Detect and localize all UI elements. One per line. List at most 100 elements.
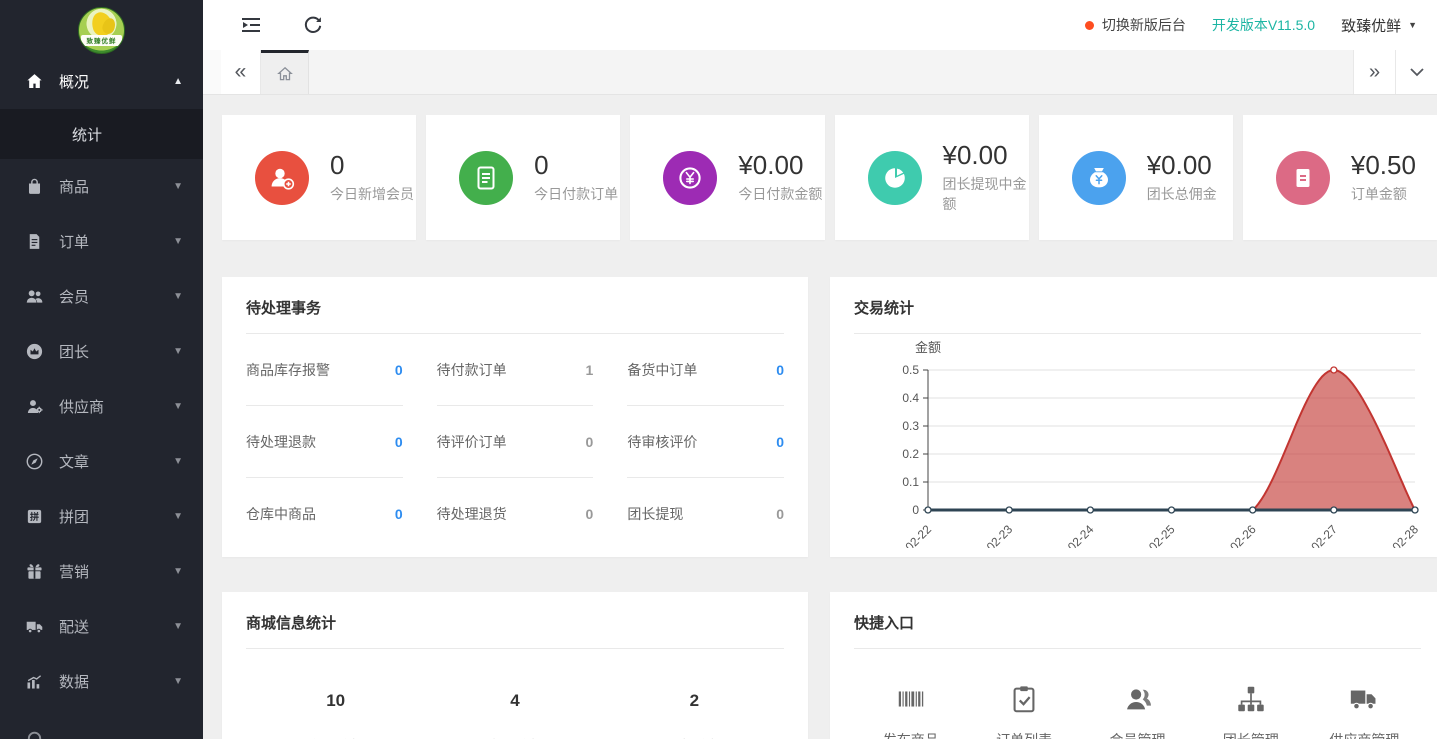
divider bbox=[246, 648, 784, 649]
delivery-truck-icon bbox=[25, 617, 44, 636]
account-menu[interactable]: 致臻优鲜 ▼ bbox=[1341, 15, 1417, 36]
pending-value-link[interactable]: 0 bbox=[586, 506, 594, 522]
pending-item-refunds: 待处理退款0 bbox=[246, 406, 403, 478]
marketing-gift-icon bbox=[25, 562, 44, 581]
refresh-icon[interactable] bbox=[301, 14, 325, 36]
stat-value: 0 bbox=[534, 151, 618, 180]
svg-text:0: 0 bbox=[912, 503, 919, 517]
stat-card-new-members[interactable]: 0 今日新增会员 bbox=[222, 115, 416, 240]
quick-entry-supplier-manage[interactable]: 供应商管理 bbox=[1308, 683, 1421, 739]
data-chart-icon bbox=[25, 672, 44, 691]
caret-down-icon: ▼ bbox=[173, 346, 183, 357]
clipboard-check-icon bbox=[1008, 683, 1040, 715]
version-link[interactable]: 开发版本V11.5.0 bbox=[1212, 15, 1315, 35]
stat-card-order-amount[interactable]: ¥0.50 订单金额 bbox=[1243, 115, 1437, 240]
mall-stat-leaders: 2 团长总数 bbox=[605, 691, 784, 739]
document-lines-icon bbox=[459, 151, 513, 205]
pending-value-link[interactable]: 0 bbox=[586, 434, 594, 450]
sidebar-item-articles[interactable]: 文章 ▼ bbox=[0, 434, 203, 489]
caret-down-icon: ▼ bbox=[1408, 20, 1417, 30]
stat-label: 团长总佣金 bbox=[1147, 184, 1217, 204]
sidebar-item-groupbuy[interactable]: 拼 拼团 ▼ bbox=[0, 489, 203, 544]
pending-value-link[interactable]: 0 bbox=[395, 362, 403, 378]
stat-card-paid-orders[interactable]: 0 今日付款订单 bbox=[426, 115, 620, 240]
sidebar-item-overview[interactable]: 概况 ▲ bbox=[0, 54, 203, 109]
stat-card-leader-commission[interactable]: ¥0.00 团长总佣金 bbox=[1039, 115, 1233, 240]
pending-item-warehouse-goods: 仓库中商品0 bbox=[246, 478, 403, 550]
logo-text: 致臻优鲜 bbox=[81, 35, 122, 46]
panel-title: 快捷入口 bbox=[854, 612, 1421, 633]
collapse-sidebar-icon[interactable] bbox=[239, 14, 263, 36]
caret-down-icon: ▼ bbox=[173, 511, 183, 522]
sidebar-item-statistics[interactable]: 统计 bbox=[0, 109, 203, 159]
quick-entry-panel: 快捷入口 发布商品 订单列表 会员管理 bbox=[830, 592, 1437, 739]
sitemap-icon bbox=[1235, 683, 1267, 715]
tab-options-icon[interactable] bbox=[1395, 50, 1437, 94]
pending-value-link[interactable]: 0 bbox=[395, 506, 403, 522]
sidebar-item-supplier[interactable]: 供应商 ▼ bbox=[0, 379, 203, 434]
yen-coin-icon bbox=[663, 151, 717, 205]
svg-text:0.2: 0.2 bbox=[902, 447, 919, 461]
stat-value: ¥0.00 bbox=[1147, 151, 1217, 180]
home-icon bbox=[25, 72, 44, 91]
area-chart: 00.10.20.30.40.5金额02-2202-2302-2402-2502… bbox=[854, 336, 1421, 548]
svg-text:0.5: 0.5 bbox=[902, 363, 919, 377]
expand-tabs-right-icon[interactable]: » bbox=[1353, 50, 1395, 94]
svg-text:02-23: 02-23 bbox=[984, 522, 1016, 548]
notice-dot-icon bbox=[1085, 21, 1094, 30]
svg-text:0.3: 0.3 bbox=[902, 419, 919, 433]
pending-item-unpaid-orders: 待付款订单1 bbox=[437, 334, 594, 406]
sidebar-item-data[interactable]: 数据 ▼ bbox=[0, 654, 203, 709]
money-bag-icon bbox=[1072, 151, 1126, 205]
svg-text:0.4: 0.4 bbox=[902, 391, 919, 405]
svg-text:02-25: 02-25 bbox=[1146, 522, 1178, 548]
quick-entry-grid: 发布商品 订单列表 会员管理 团长管理 bbox=[854, 683, 1421, 739]
pending-item-stock-alert: 商品库存报警0 bbox=[246, 334, 403, 406]
sidebar-item-label: 会员 bbox=[59, 286, 89, 307]
home-tab[interactable] bbox=[261, 50, 309, 94]
main-area: 切换新版后台 开发版本V11.5.0 致臻优鲜 ▼ « » bbox=[203, 0, 1437, 739]
members-icon bbox=[25, 287, 44, 306]
sidebar-item-delivery[interactable]: 配送 ▼ bbox=[0, 599, 203, 654]
stat-card-paid-amount[interactable]: ¥0.00 今日付款金额 bbox=[630, 115, 824, 240]
sidebar-item-members[interactable]: 会员 ▼ bbox=[0, 269, 203, 324]
pending-value-link[interactable]: 0 bbox=[776, 434, 784, 450]
caret-down-icon: ▼ bbox=[173, 566, 183, 577]
stat-cards-row: 0 今日新增会员 0 今日付款订单 bbox=[222, 115, 1437, 240]
svg-text:02-26: 02-26 bbox=[1227, 522, 1259, 548]
pending-value-link[interactable]: 0 bbox=[776, 362, 784, 378]
quick-entry-member-manage[interactable]: 会员管理 bbox=[1081, 683, 1194, 739]
pending-value-link[interactable]: 0 bbox=[776, 506, 784, 522]
collapse-tabs-left-icon[interactable]: « bbox=[221, 50, 261, 94]
quick-entry-order-list[interactable]: 订单列表 bbox=[967, 683, 1080, 739]
sidebar-item-goods[interactable]: 商品 ▼ bbox=[0, 159, 203, 214]
pending-item-review-orders: 待评价订单0 bbox=[437, 406, 594, 478]
caret-down-icon: ▼ bbox=[173, 676, 183, 687]
stat-card-leader-withdrawing[interactable]: ¥0.00 团长提现中金额 bbox=[835, 115, 1029, 240]
quick-entry-leader-manage[interactable]: 团长管理 bbox=[1194, 683, 1307, 739]
pending-value-link[interactable]: 0 bbox=[395, 434, 403, 450]
switch-new-admin-link[interactable]: 切换新版后台 bbox=[1085, 15, 1186, 35]
transactions-panel: 交易统计 00.10.20.30.40.5金额02-2202-2302-2402… bbox=[830, 277, 1437, 557]
mall-stat-members: 10 会员总数 bbox=[246, 691, 425, 739]
panel-title: 待处理事务 bbox=[246, 297, 784, 318]
dashboard-content: 0 今日新增会员 0 今日付款订单 bbox=[203, 95, 1437, 739]
pending-value-link[interactable]: 1 bbox=[586, 362, 594, 378]
quick-entry-publish-goods[interactable]: 发布商品 bbox=[854, 683, 967, 739]
app-logo[interactable]: 致臻优鲜 bbox=[0, 0, 203, 54]
divider bbox=[854, 333, 1421, 334]
pending-panel: 待处理事务 商品库存报警0 待付款订单1 备货中订单0 待处理退款0 待评价订单… bbox=[222, 277, 808, 557]
sidebar-item-orders[interactable]: 订单 ▼ bbox=[0, 214, 203, 269]
panel-row-1: 待处理事务 商品库存报警0 待付款订单1 备货中订单0 待处理退款0 待评价订单… bbox=[222, 277, 1437, 557]
svg-text:02-24: 02-24 bbox=[1065, 522, 1097, 548]
mall-stats-panel: 商城信息统计 10 会员总数 4 商品总数 2 团长总数 bbox=[222, 592, 808, 739]
mall-stats: 10 会员总数 4 商品总数 2 团长总数 bbox=[246, 691, 784, 739]
sidebar-item-marketing[interactable]: 营销 ▼ bbox=[0, 544, 203, 599]
sidebar-item-label: 数据 bbox=[59, 671, 89, 692]
caret-down-icon: ▼ bbox=[173, 456, 183, 467]
sidebar-item-partial[interactable] bbox=[0, 709, 203, 739]
stat-value: 0 bbox=[330, 151, 414, 180]
app-root: 致臻优鲜 概况 ▲ 统计 商品 ▼ 订单 ▼ bbox=[0, 0, 1437, 739]
sidebar-item-label: 概况 bbox=[59, 71, 89, 92]
sidebar-item-leader[interactable]: 团长 ▼ bbox=[0, 324, 203, 379]
